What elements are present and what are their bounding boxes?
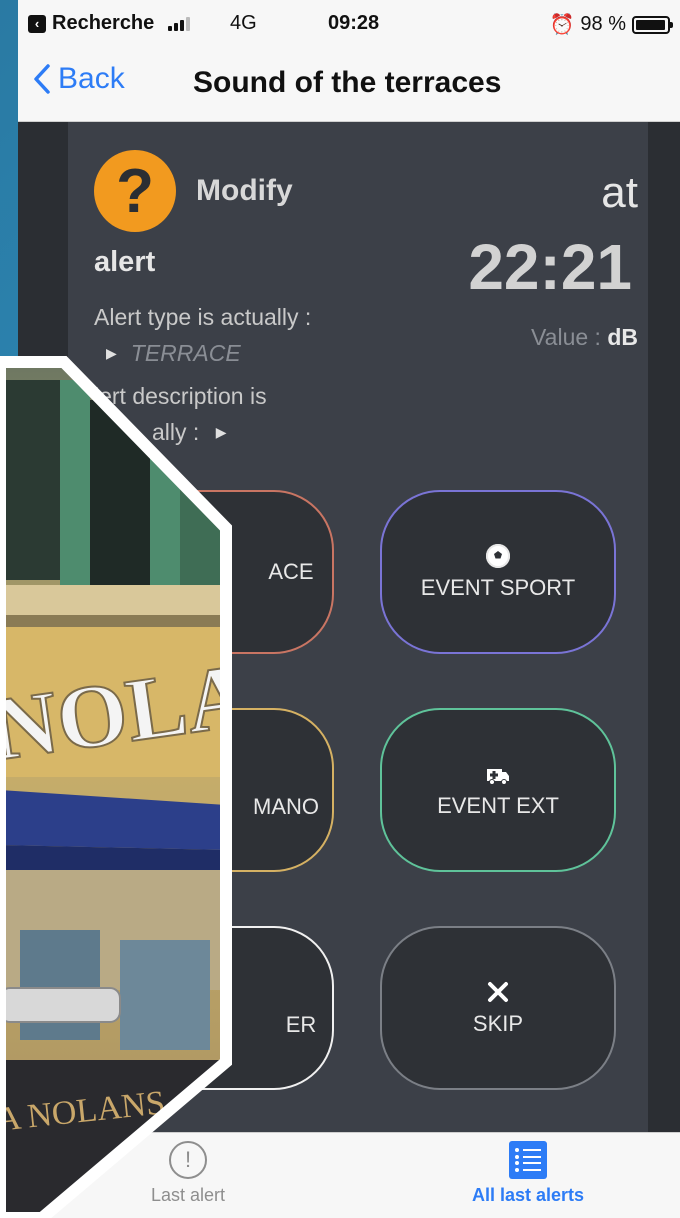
alarm-icon: ⏰ [549, 14, 575, 36]
back-button[interactable]: Back [32, 62, 125, 96]
event-ext-button[interactable]: EVENT EXT [380, 708, 616, 872]
skip-button[interactable]: SKIP [380, 926, 616, 1090]
at-label: at [601, 168, 638, 217]
skip-label: SKIP [472, 1011, 524, 1036]
status-time: 09:28 [328, 12, 380, 34]
event-sport-button[interactable]: EVENT SPORT [380, 490, 616, 654]
status-bar: ‹ Recherche 4G 09:28 ⏰ 98 % [18, 0, 680, 44]
close-icon [488, 982, 508, 1002]
alert-panel: ? Modify at alert 22:21 Alert type is ac… [68, 122, 648, 1132]
value-label: Value : [531, 324, 601, 350]
value-readout: Value : dB [531, 324, 638, 351]
tab-bar: ! Last alert All last alerts [18, 1132, 680, 1218]
modify-label: Modify [196, 174, 293, 207]
value-unit: dB [607, 324, 638, 350]
alert-label: alert [94, 246, 156, 278]
navigation-bar: Back Sound of the terraces [18, 44, 680, 122]
tab-all-last-alerts[interactable]: All last alerts [448, 1141, 608, 1206]
triangle-right-icon: ▶ [215, 424, 227, 440]
back-app-label: Recherche [52, 12, 155, 34]
exclamation-circle-icon: ! [169, 1141, 207, 1179]
chevron-left-icon [34, 64, 50, 94]
back-to-app[interactable]: ‹ Recherche [28, 12, 191, 35]
alert-type-value: ▶ TERRACE [106, 340, 241, 367]
right-gutter [648, 122, 680, 1132]
event-ext-label: EVENT EXT [437, 793, 559, 818]
question-icon: ? [94, 150, 176, 232]
network-type: 4G [230, 12, 257, 34]
mano-label: MANO [253, 794, 319, 819]
left-gutter [18, 122, 68, 1132]
page-title: Sound of the terraces [193, 66, 502, 99]
back-label: Back [58, 62, 125, 95]
battery-percent: 98 % [580, 13, 626, 35]
alert-description-start: lert description is [94, 383, 267, 409]
alert-type-text: TERRACE [130, 340, 241, 366]
soccer-ball-icon [486, 544, 510, 568]
ambulance-icon [487, 769, 509, 785]
alert-type-label: Alert type is actually : [94, 304, 312, 330]
event-sport-label: EVENT SPORT [420, 575, 576, 600]
phone-screen: ‹ Recherche 4G 09:28 ⏰ 98 % Back Sound o… [18, 0, 680, 1218]
mano-button[interactable]: MANO [98, 708, 334, 872]
other-label: ER [285, 1012, 317, 1037]
tab-last-alert-label: Last alert [150, 1185, 226, 1205]
triangle-right-icon: ▶ [106, 345, 117, 361]
list-icon [509, 1141, 547, 1179]
terrace-button[interactable]: ACE [98, 490, 334, 654]
alert-time: 22:21 [468, 231, 632, 303]
other-button[interactable]: ER [98, 926, 334, 1090]
terrace-label: ACE [268, 559, 314, 584]
back-app-icon: ‹ [28, 14, 46, 33]
alert-description-label: lert description is ally : ▶ [94, 378, 394, 450]
battery-icon [632, 15, 673, 34]
signal-icon [168, 16, 191, 31]
alert-description-end: ally : [152, 419, 200, 445]
tab-all-last-alerts-label: All last alerts [471, 1185, 585, 1205]
tab-last-alert[interactable]: ! Last alert [128, 1141, 248, 1206]
